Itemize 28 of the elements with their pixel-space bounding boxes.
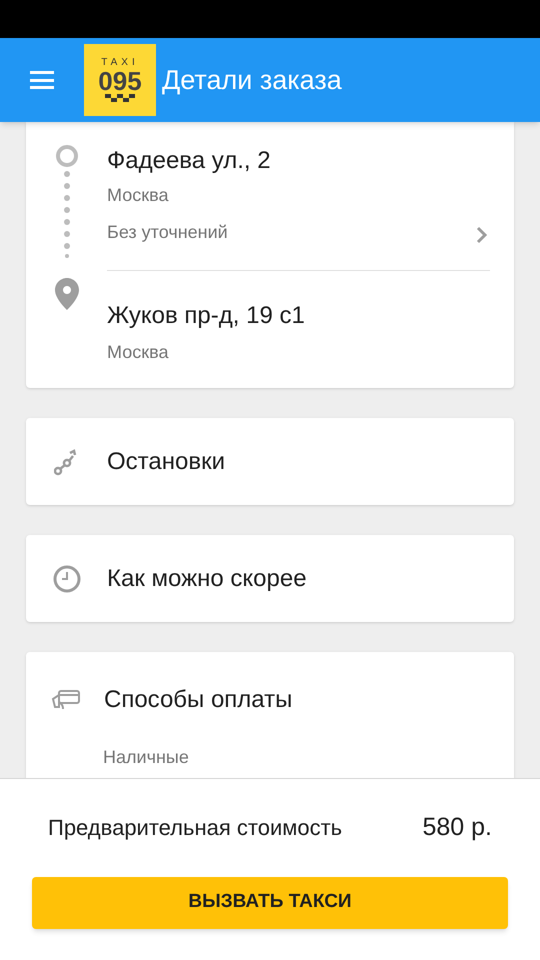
window-title: Детали заказа — [162, 64, 342, 97]
stops-card[interactable]: Остановки — [26, 418, 514, 505]
logo-caption: TAXI — [101, 58, 139, 68]
card-in-hand-icon — [51, 689, 81, 711]
destination-row[interactable]: Жуков пр-д, 19 с1 Москва — [107, 271, 490, 366]
price-value: 580 р. — [422, 812, 492, 843]
call-taxi-button[interactable]: ВЫЗВАТЬ ТАКСИ — [32, 876, 508, 928]
origin-address: Фадеева ул., 2 — [107, 146, 272, 176]
price-label: Предварительная стоимость — [48, 814, 342, 842]
dotted-line-icon — [64, 168, 70, 258]
logo-number: 095 — [98, 68, 142, 94]
destination-city: Москва — [107, 341, 170, 364]
checker-icon — [105, 94, 135, 102]
destination-address: Жуков пр-д, 19 с1 — [107, 301, 306, 331]
time-label: Как можно скорее — [107, 564, 307, 594]
origin-city: Москва — [107, 184, 170, 207]
menu-icon[interactable] — [30, 71, 54, 89]
payment-label: Способы оплаты — [104, 685, 292, 715]
stops-label: Остановки — [107, 446, 225, 476]
payment-value: Наличные — [103, 746, 190, 769]
chevron-right-icon — [476, 226, 488, 244]
clock-icon — [53, 564, 81, 592]
payment-card[interactable]: Способы оплаты Наличные — [26, 652, 514, 778]
origin-circle-icon — [54, 144, 78, 168]
origin-note: Без уточнений — [107, 221, 228, 244]
location-pin-icon — [54, 278, 78, 310]
time-card[interactable]: Как можно скорее — [26, 535, 514, 622]
origin-row[interactable]: Фадеева ул., 2 Москва Без уточнений — [107, 122, 490, 271]
